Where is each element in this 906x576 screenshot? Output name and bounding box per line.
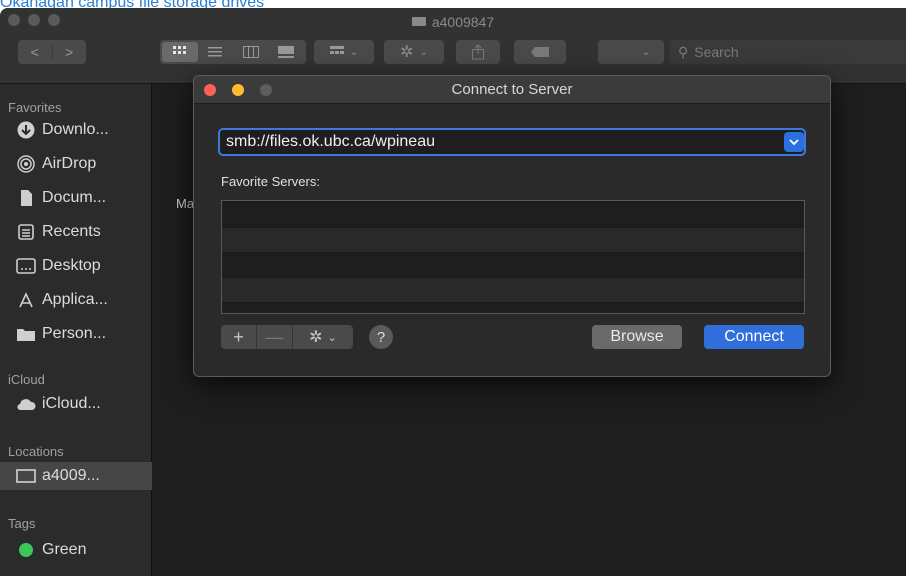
server-history-dropdown[interactable] [784, 132, 804, 152]
search-icon: ⚲ [678, 43, 689, 60]
sidebar-item-airdrop[interactable]: AirDrop [16, 150, 144, 178]
download-icon [16, 120, 36, 140]
gear-icon: ✲ [400, 44, 414, 61]
sidebar-item-recents[interactable]: Recents [16, 218, 144, 246]
sidebar-section-tags: Tags [8, 516, 36, 531]
desktop-icon [16, 256, 36, 276]
favorites-action-button[interactable]: ✲ ⌄ [293, 325, 353, 349]
folder-icon [16, 324, 36, 344]
search-placeholder: Search [694, 44, 739, 60]
chevron-down-icon: ⌄ [349, 46, 359, 58]
icon-view-button[interactable] [162, 42, 198, 62]
sidebar-item-desktop[interactable]: Desktop [16, 252, 144, 280]
list-item[interactable] [222, 253, 804, 278]
sidebar-section-icloud: iCloud [8, 372, 45, 387]
group-by-button[interactable]: ⌄ [314, 40, 374, 64]
tag-color-dot [16, 540, 36, 560]
share-icon [472, 44, 484, 60]
chevron-down-icon: ⌄ [419, 46, 428, 58]
gallery-icon [278, 46, 295, 58]
dialog-titlebar: Connect to Server [194, 76, 830, 104]
tag-icon [531, 47, 549, 57]
sidebar-section-favorites: Favorites [8, 100, 62, 115]
sidebar-item-computer[interactable]: a4009... [0, 462, 152, 490]
remove-favorite-button[interactable]: — [257, 325, 293, 349]
columns-icon [242, 46, 259, 58]
list-item[interactable] [222, 278, 804, 303]
group-icon [329, 46, 344, 54]
gallery-view-button[interactable] [269, 42, 305, 62]
list-item[interactable] [222, 203, 804, 228]
chevron-down-icon [789, 138, 799, 145]
airdrop-icon [16, 154, 36, 174]
back-button[interactable]: < [18, 44, 52, 60]
column-view-button[interactable] [233, 42, 269, 62]
gear-icon: ✲ [309, 329, 323, 346]
path-dropdown[interactable]: ⌄ [598, 40, 664, 64]
computer-icon [411, 17, 426, 26]
list-item[interactable] [222, 303, 804, 313]
chevron-down-icon: ⌄ [327, 331, 337, 344]
page-link[interactable]: Okanagan campus file storage drives [0, 0, 264, 8]
sidebar-item-applications[interactable]: Applica... [16, 286, 144, 314]
document-icon [16, 188, 36, 208]
favorites-controls: + — ✲ ⌄ [221, 325, 353, 349]
favorite-servers-label: Favorite Servers: [221, 174, 320, 189]
add-favorite-button[interactable]: + [221, 325, 257, 349]
tags-button[interactable] [514, 40, 566, 64]
sidebar-section-locations: Locations [8, 444, 64, 459]
sidebar: Favorites Downlo... AirDrop Docum... Rec… [0, 84, 152, 576]
sidebar-item-tag-green[interactable]: Green [16, 536, 144, 564]
connect-button[interactable]: Connect [704, 325, 804, 349]
browse-button[interactable]: Browse [592, 325, 682, 349]
chevron-down-icon: ⌄ [641, 46, 651, 58]
content-label: Ma [176, 196, 195, 211]
server-address-value: smb://files.ok.ubc.ca/wpineau [226, 133, 435, 150]
list-view-button[interactable] [198, 42, 234, 62]
finder-titlebar: a4009847 < > ⌄ ✲ ⌄ ⌄ ⚲ Search [0, 8, 906, 84]
connect-to-server-dialog: Connect to Server smb://files.ok.ubc.ca/… [193, 75, 831, 377]
computer-icon [16, 466, 36, 486]
nav-buttons: < > [18, 40, 86, 64]
forward-button[interactable]: > [53, 44, 87, 60]
help-button[interactable]: ? [369, 325, 393, 349]
list-item[interactable] [222, 228, 804, 253]
share-button[interactable] [456, 40, 500, 64]
sidebar-item-icloud[interactable]: iCloud... [16, 390, 144, 418]
sidebar-item-downloads[interactable]: Downlo... [16, 116, 144, 144]
list-icon [208, 47, 223, 57]
dialog-title: Connect to Server [451, 81, 573, 98]
recents-icon [16, 222, 36, 242]
sidebar-item-documents[interactable]: Docum... [16, 184, 144, 212]
applications-icon [16, 290, 36, 310]
action-menu-button[interactable]: ✲ ⌄ [384, 40, 444, 64]
sidebar-item-personal[interactable]: Person... [16, 320, 144, 348]
search-field[interactable]: ⚲ Search [670, 40, 906, 64]
grid-icon [172, 46, 186, 54]
window-title: a4009847 [0, 14, 906, 30]
server-address-input[interactable]: smb://files.ok.ubc.ca/wpineau [218, 128, 806, 156]
view-mode-group [160, 40, 306, 64]
favorite-servers-list[interactable] [221, 200, 805, 314]
cloud-icon [16, 394, 36, 414]
